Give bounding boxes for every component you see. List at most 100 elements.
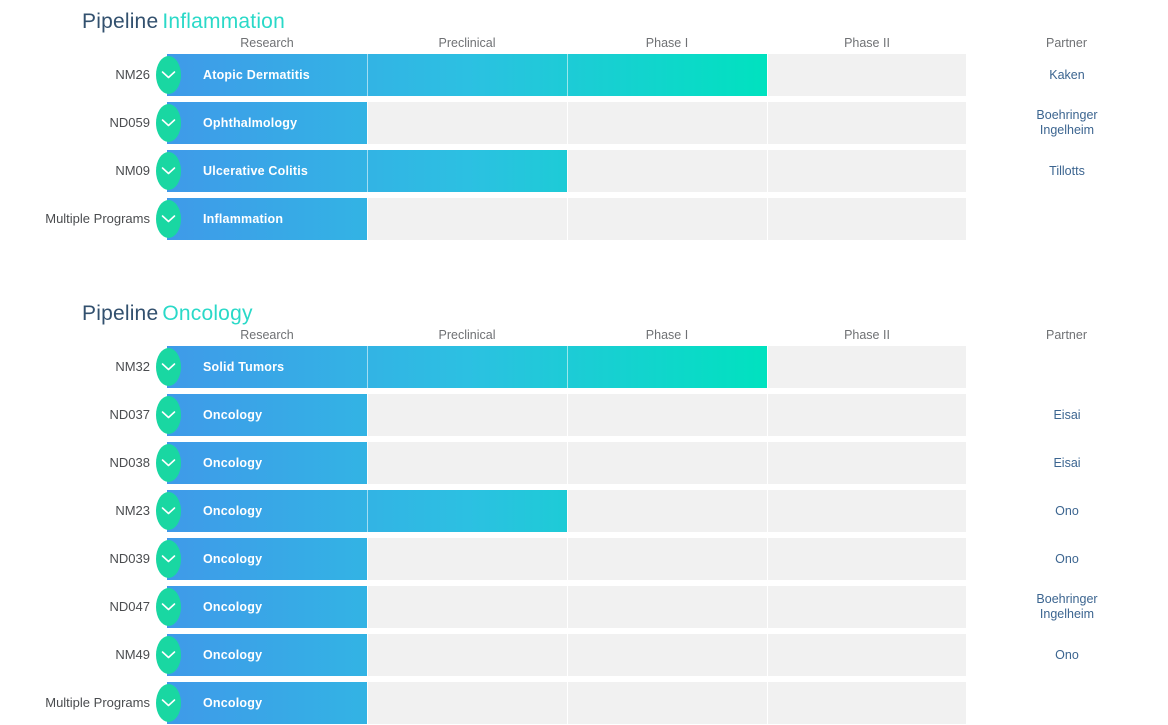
- chevron-down-icon[interactable]: [156, 56, 181, 94]
- row-program-code: Multiple Programs: [45, 211, 150, 226]
- partner-name: Tillotts: [1049, 163, 1085, 178]
- column-header-phase-ii: Phase II: [844, 36, 890, 50]
- stage-divider: [567, 394, 568, 436]
- stage-divider: [767, 490, 768, 532]
- column-header-partner: Partner: [1046, 36, 1087, 50]
- program-name: Ophthalmology: [203, 116, 298, 130]
- chevron-down-icon[interactable]: [156, 200, 181, 238]
- stage-track: Oncology: [156, 682, 966, 724]
- column-header-research: Research: [240, 328, 294, 342]
- stage-divider: [567, 490, 568, 532]
- progress-bar[interactable]: Ulcerative Colitis: [156, 150, 567, 192]
- chevron-down-icon[interactable]: [156, 152, 181, 190]
- chevron-down-icon[interactable]: [156, 588, 181, 626]
- stage-divider: [367, 490, 368, 532]
- progress-bar[interactable]: Oncology: [156, 586, 367, 628]
- chevron-down-icon[interactable]: [156, 636, 181, 674]
- stage-track: Atopic Dermatitis: [156, 54, 966, 96]
- pipeline-section-2: Pipeline Oncology Research Preclinical Phase…: [0, 292, 1168, 724]
- chevron-down-icon[interactable]: [156, 444, 181, 482]
- stage-divider: [567, 442, 568, 484]
- progress-bar[interactable]: Oncology: [156, 394, 367, 436]
- stage-divider: [567, 102, 568, 144]
- column-header-partner: Partner: [1046, 328, 1087, 342]
- phase-header-row: Research Preclinical Phase I Phase II Partne…: [167, 36, 1166, 54]
- pipeline-rows: NM26 Atopic Dermatitis Kaken ND059 Ophthalmo…: [0, 54, 1168, 240]
- pipeline-row[interactable]: NM32 Solid Tumors: [0, 346, 1168, 388]
- row-program-code: ND038: [109, 455, 150, 470]
- row-program-code: ND047: [109, 599, 150, 614]
- program-name: Atopic Dermatitis: [203, 68, 310, 82]
- program-name: Oncology: [203, 696, 263, 710]
- progress-bar[interactable]: Ophthalmology: [156, 102, 367, 144]
- chevron-down-icon[interactable]: [156, 348, 181, 386]
- row-program-code: NM09: [115, 163, 150, 178]
- stage-divider: [567, 150, 568, 192]
- program-name: Oncology: [203, 456, 263, 470]
- chevron-down-icon[interactable]: [156, 492, 181, 530]
- partner-name: Ono: [1055, 647, 1079, 662]
- section-title-accent: Inflammation: [162, 10, 285, 33]
- section-title: Pipeline Inflammation: [0, 0, 1168, 36]
- progress-bar[interactable]: Oncology: [156, 538, 367, 580]
- stage-divider: [767, 346, 768, 388]
- stage-divider: [367, 442, 368, 484]
- pipeline-row[interactable]: Multiple Programs Inflammation: [0, 198, 1168, 240]
- stage-divider: [567, 682, 568, 724]
- pipeline-row[interactable]: ND047 Oncology Boehringer Ingelheim: [0, 586, 1168, 628]
- stage-divider: [367, 198, 368, 240]
- partner-name: Eisai: [1053, 455, 1081, 470]
- pipeline-row[interactable]: NM49 Oncology Ono: [0, 634, 1168, 676]
- stage-divider: [767, 586, 768, 628]
- chevron-down-icon[interactable]: [156, 540, 181, 578]
- row-program-code: NM26: [115, 67, 150, 82]
- progress-bar[interactable]: Oncology: [156, 682, 367, 724]
- row-program-code: ND039: [109, 551, 150, 566]
- chevron-down-icon[interactable]: [156, 104, 181, 142]
- section-title: Pipeline Oncology: [0, 292, 1168, 328]
- section-title-accent: Oncology: [162, 302, 253, 325]
- pipeline-row[interactable]: NM23 Oncology Ono: [0, 490, 1168, 532]
- stage-track: Oncology: [156, 490, 966, 532]
- stage-divider: [767, 634, 768, 676]
- stage-track: Oncology: [156, 538, 966, 580]
- program-name: Inflammation: [203, 212, 284, 226]
- progress-bar[interactable]: Inflammation: [156, 198, 367, 240]
- pipeline-row[interactable]: ND038 Oncology Eisai: [0, 442, 1168, 484]
- stage-divider: [367, 150, 368, 192]
- pipeline-rows: NM32 Solid Tumors ND037 Oncology Eisai ND038 O…: [0, 346, 1168, 724]
- progress-bar[interactable]: Solid Tumors: [156, 346, 767, 388]
- stage-divider: [567, 54, 568, 96]
- column-header-preclinical: Preclinical: [438, 36, 496, 50]
- stage-divider: [567, 586, 568, 628]
- progress-bar[interactable]: Oncology: [156, 442, 367, 484]
- row-program-code: ND059: [109, 115, 150, 130]
- progress-bar[interactable]: Atopic Dermatitis: [156, 54, 767, 96]
- stage-track: Oncology: [156, 586, 966, 628]
- row-program-code: ND037: [109, 407, 150, 422]
- stage-divider: [567, 198, 568, 240]
- progress-bar[interactable]: Oncology: [156, 490, 567, 532]
- stage-divider: [367, 682, 368, 724]
- phase-header-row: Research Preclinical Phase I Phase II Partne…: [167, 328, 1166, 346]
- pipeline-row[interactable]: NM09 Ulcerative Colitis Tillotts: [0, 150, 1168, 192]
- program-name: Oncology: [203, 504, 263, 518]
- pipeline-row[interactable]: ND059 Ophthalmology Boehringer Ingelheim: [0, 102, 1168, 144]
- partner-name: [966, 346, 1168, 388]
- row-program-code: NM32: [115, 359, 150, 374]
- chevron-down-icon[interactable]: [156, 684, 181, 722]
- stage-divider: [367, 346, 368, 388]
- stage-track: Ulcerative Colitis: [156, 150, 966, 192]
- stage-divider: [567, 634, 568, 676]
- pipeline-row[interactable]: ND039 Oncology Ono: [0, 538, 1168, 580]
- progress-bar[interactable]: Oncology: [156, 634, 367, 676]
- pipeline-page: { "sections": [ { "title_main": "Pipelin…: [0, 0, 1168, 725]
- pipeline-row[interactable]: NM26 Atopic Dermatitis Kaken: [0, 54, 1168, 96]
- pipeline-row[interactable]: Multiple Programs Oncology: [0, 682, 1168, 724]
- stage-divider: [767, 682, 768, 724]
- partner-name: [966, 682, 1168, 724]
- program-name: Oncology: [203, 552, 263, 566]
- chevron-down-icon[interactable]: [156, 396, 181, 434]
- pipeline-row[interactable]: ND037 Oncology Eisai: [0, 394, 1168, 436]
